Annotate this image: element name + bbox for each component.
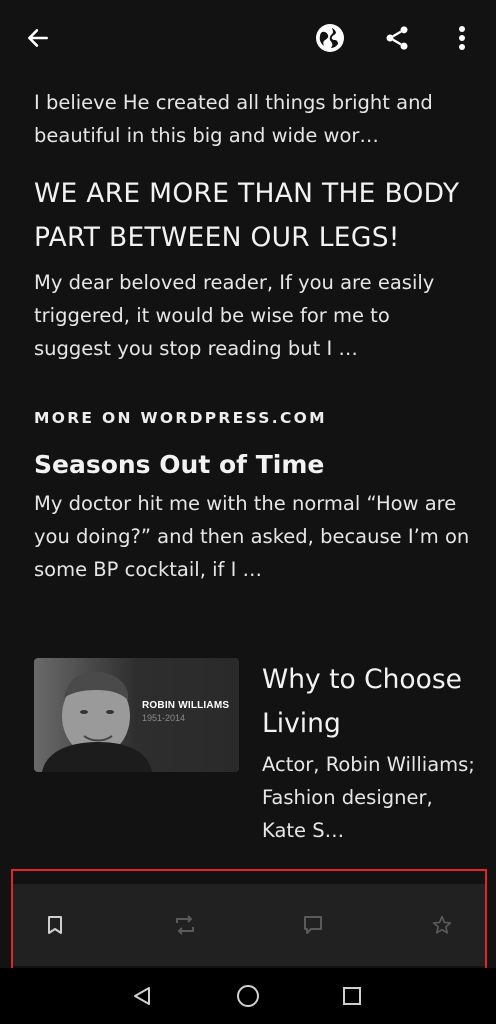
- card-why-to-choose-living[interactable]: Why to Choose Living Actor, Robin Willia…: [262, 658, 482, 847]
- thumbnail-caption-name: ROBIN WILLIAMS: [142, 700, 230, 711]
- share-icon[interactable]: [377, 18, 417, 58]
- related-post-title[interactable]: WE ARE MORE THAN THE BODY PART BETWEEN O…: [34, 172, 470, 260]
- related-post-excerpt[interactable]: My dear beloved reader, If you are easil…: [34, 266, 470, 365]
- top-app-bar: [0, 0, 496, 78]
- square-recents-icon[interactable]: [334, 978, 370, 1014]
- more-on-wordpress-label: MORE ON WORDPRESS.COM: [34, 409, 327, 427]
- card-excerpt-why-to-choose-living[interactable]: Actor, Robin Williams; Fashion designer,…: [262, 748, 482, 847]
- arrow-left-icon[interactable]: [18, 18, 58, 58]
- thumbnail-caption-years: 1951-2014: [142, 713, 186, 723]
- globe-icon[interactable]: [310, 18, 350, 58]
- post-excerpt-top: I believe He created all things bright a…: [34, 91, 433, 147]
- more-vertical-icon[interactable]: [442, 18, 482, 58]
- card-excerpt-seasons[interactable]: My doctor hit me with the normal “How ar…: [34, 487, 470, 586]
- circle-home-icon[interactable]: [230, 978, 266, 1014]
- card-title-why-to-choose-living[interactable]: Why to Choose Living: [262, 658, 482, 746]
- post-thumbnail-image[interactable]: ROBIN WILLIAMS 1951-2014: [34, 658, 239, 772]
- reader-content: I believe He created all things bright a…: [34, 86, 470, 586]
- highlight-outline: [11, 869, 487, 980]
- system-navigation-bar: [0, 968, 496, 1024]
- triangle-back-icon[interactable]: [124, 978, 160, 1014]
- card-title-seasons[interactable]: Seasons Out of Time: [34, 447, 470, 483]
